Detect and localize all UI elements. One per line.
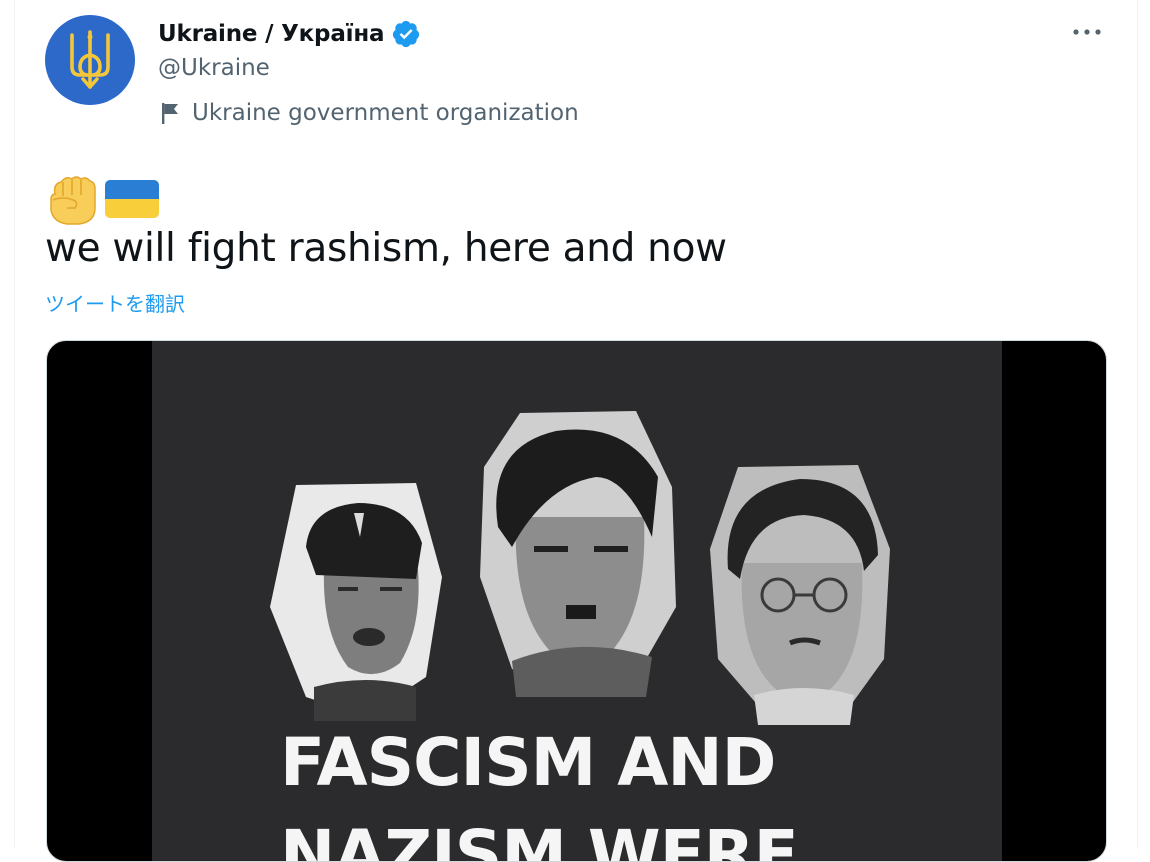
display-name-row[interactable]: Ukraine / Україна (158, 18, 421, 50)
portrait-left (270, 483, 442, 721)
raised-fist-icon (50, 176, 96, 225)
display-name[interactable]: Ukraine / Україна (158, 21, 385, 47)
verified-badge-icon (393, 20, 420, 48)
emoji-row (45, 172, 159, 226)
ukraine-trident-icon (70, 30, 110, 89)
ukraine-flag-icon (105, 180, 159, 218)
flag-icon (162, 103, 178, 124)
avatar[interactable] (45, 15, 135, 105)
tweet-text: we will fight rashism, here and now (45, 226, 727, 271)
account-handle[interactable]: @Ukraine (158, 55, 270, 81)
affiliation-text: Ukraine government organization (192, 100, 579, 126)
more-dots-icon (1073, 29, 1101, 35)
affiliation-label: Ukraine government organization (160, 100, 579, 126)
video-headline-line-1: FASCISM AND (280, 724, 776, 801)
translate-tweet-link[interactable]: ツイートを翻訳 (45, 288, 185, 317)
video-headline: FASCISM AND NAZISM WERE (280, 717, 799, 861)
tweet-card[interactable]: Ukraine / Україна @Ukraine Ukraine gover… (14, 0, 1138, 862)
video-frame[interactable]: FASCISM AND NAZISM WERE (152, 341, 1002, 861)
more-options-button[interactable] (1067, 20, 1107, 44)
portrait-center (480, 411, 676, 697)
video-media[interactable]: FASCISM AND NAZISM WERE (46, 340, 1107, 862)
portrait-right (710, 465, 890, 725)
